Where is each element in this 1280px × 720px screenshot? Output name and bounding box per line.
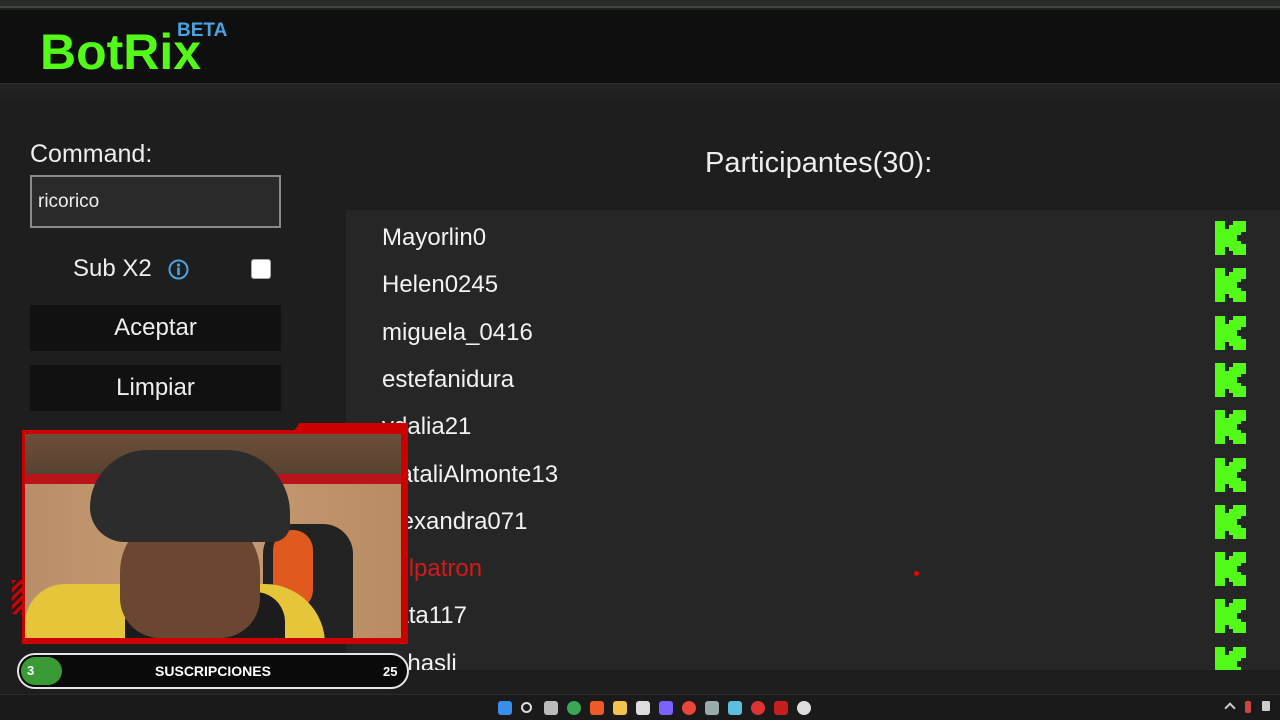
- kick-icon: [1215, 457, 1246, 492]
- participant-row[interactable]: estefanidura: [346, 352, 1280, 399]
- app-icon-2[interactable]: [705, 701, 719, 715]
- participant-row[interactable]: kahasli: [346, 636, 1280, 670]
- frame-stripes: [12, 580, 22, 614]
- info-icon[interactable]: [168, 259, 189, 280]
- participant-row[interactable]: alexandra071: [346, 494, 1280, 541]
- cursor-dot: [914, 571, 919, 576]
- chrome-icon[interactable]: [567, 701, 581, 715]
- folder-icon[interactable]: [613, 701, 627, 715]
- participants-title: Participantes(30):: [705, 147, 933, 179]
- participant-row[interactable]: Helen0245: [346, 257, 1280, 304]
- kick-icon: [1215, 599, 1246, 634]
- kick-icon: [1215, 646, 1246, 670]
- command-input[interactable]: [30, 175, 281, 228]
- brave-icon[interactable]: [590, 701, 604, 715]
- app-icon-3[interactable]: [728, 701, 742, 715]
- media-player-icon[interactable]: [797, 701, 811, 715]
- webcam-cap: [90, 450, 290, 542]
- webcam-video: [25, 434, 401, 638]
- participant-row[interactable]: NataliAlmonte13: [346, 447, 1280, 494]
- subscriptions-goal-bar: 3 SUSCRIPCIONES 25: [17, 653, 409, 689]
- kick-icon: [1215, 504, 1246, 539]
- kick-icon: [1215, 268, 1246, 303]
- participant-name: Helen0245: [382, 271, 499, 299]
- participant-name: miguela_0416: [382, 318, 533, 346]
- sub-x2-checkbox[interactable]: [251, 259, 271, 279]
- windows-start-icon[interactable]: [498, 701, 512, 715]
- participants-list[interactable]: Mayorlin0 Helen0245 miguela_0416 estefanidu…: [346, 210, 1280, 670]
- accept-button[interactable]: Aceptar: [30, 305, 281, 351]
- os-taskbar: [0, 694, 1280, 720]
- acrobat-icon[interactable]: [774, 701, 788, 715]
- task-view-icon[interactable]: [544, 701, 558, 715]
- app-icon-4[interactable]: [751, 701, 765, 715]
- google-chrome-icon[interactable]: [682, 701, 696, 715]
- kick-icon: [1215, 552, 1246, 587]
- store-icon[interactable]: [636, 701, 650, 715]
- participant-name: NataliAlmonte13: [382, 460, 559, 488]
- network-icon[interactable]: [1245, 701, 1251, 713]
- beta-badge: BETA: [177, 20, 228, 41]
- participant-row[interactable]: miguela_0416: [346, 305, 1280, 352]
- sub-x2-label: Sub X2: [73, 255, 152, 282]
- kick-icon: [1215, 315, 1246, 350]
- subscriptions-goal: 25: [383, 664, 398, 679]
- app-icon[interactable]: [659, 701, 673, 715]
- kick-icon: [1215, 362, 1246, 397]
- search-icon[interactable]: [521, 702, 532, 713]
- participant-name: estefanidura: [382, 365, 515, 393]
- participant-row[interactable]: Mayorlin0: [346, 210, 1280, 257]
- header-shadow: [0, 84, 1280, 104]
- participant-name: Mayorlin0: [382, 224, 487, 251]
- browser-top-strip: [0, 0, 1280, 8]
- participant-row[interactable]: nata117: [346, 588, 1280, 635]
- kick-icon: [1215, 410, 1246, 445]
- participant-row[interactable]: _elpatron: [346, 541, 1280, 588]
- command-label: Command:: [30, 140, 153, 168]
- tray-chevron-icon[interactable]: [1224, 702, 1236, 714]
- app-header: BotRix BETA: [0, 10, 1280, 84]
- clear-button[interactable]: Limpiar: [30, 365, 281, 411]
- subscriptions-label: SUSCRIPCIONES: [155, 663, 271, 679]
- participant-row[interactable]: ydalia21: [346, 399, 1280, 446]
- kick-icon: [1215, 221, 1246, 255]
- volume-icon[interactable]: [1262, 701, 1270, 711]
